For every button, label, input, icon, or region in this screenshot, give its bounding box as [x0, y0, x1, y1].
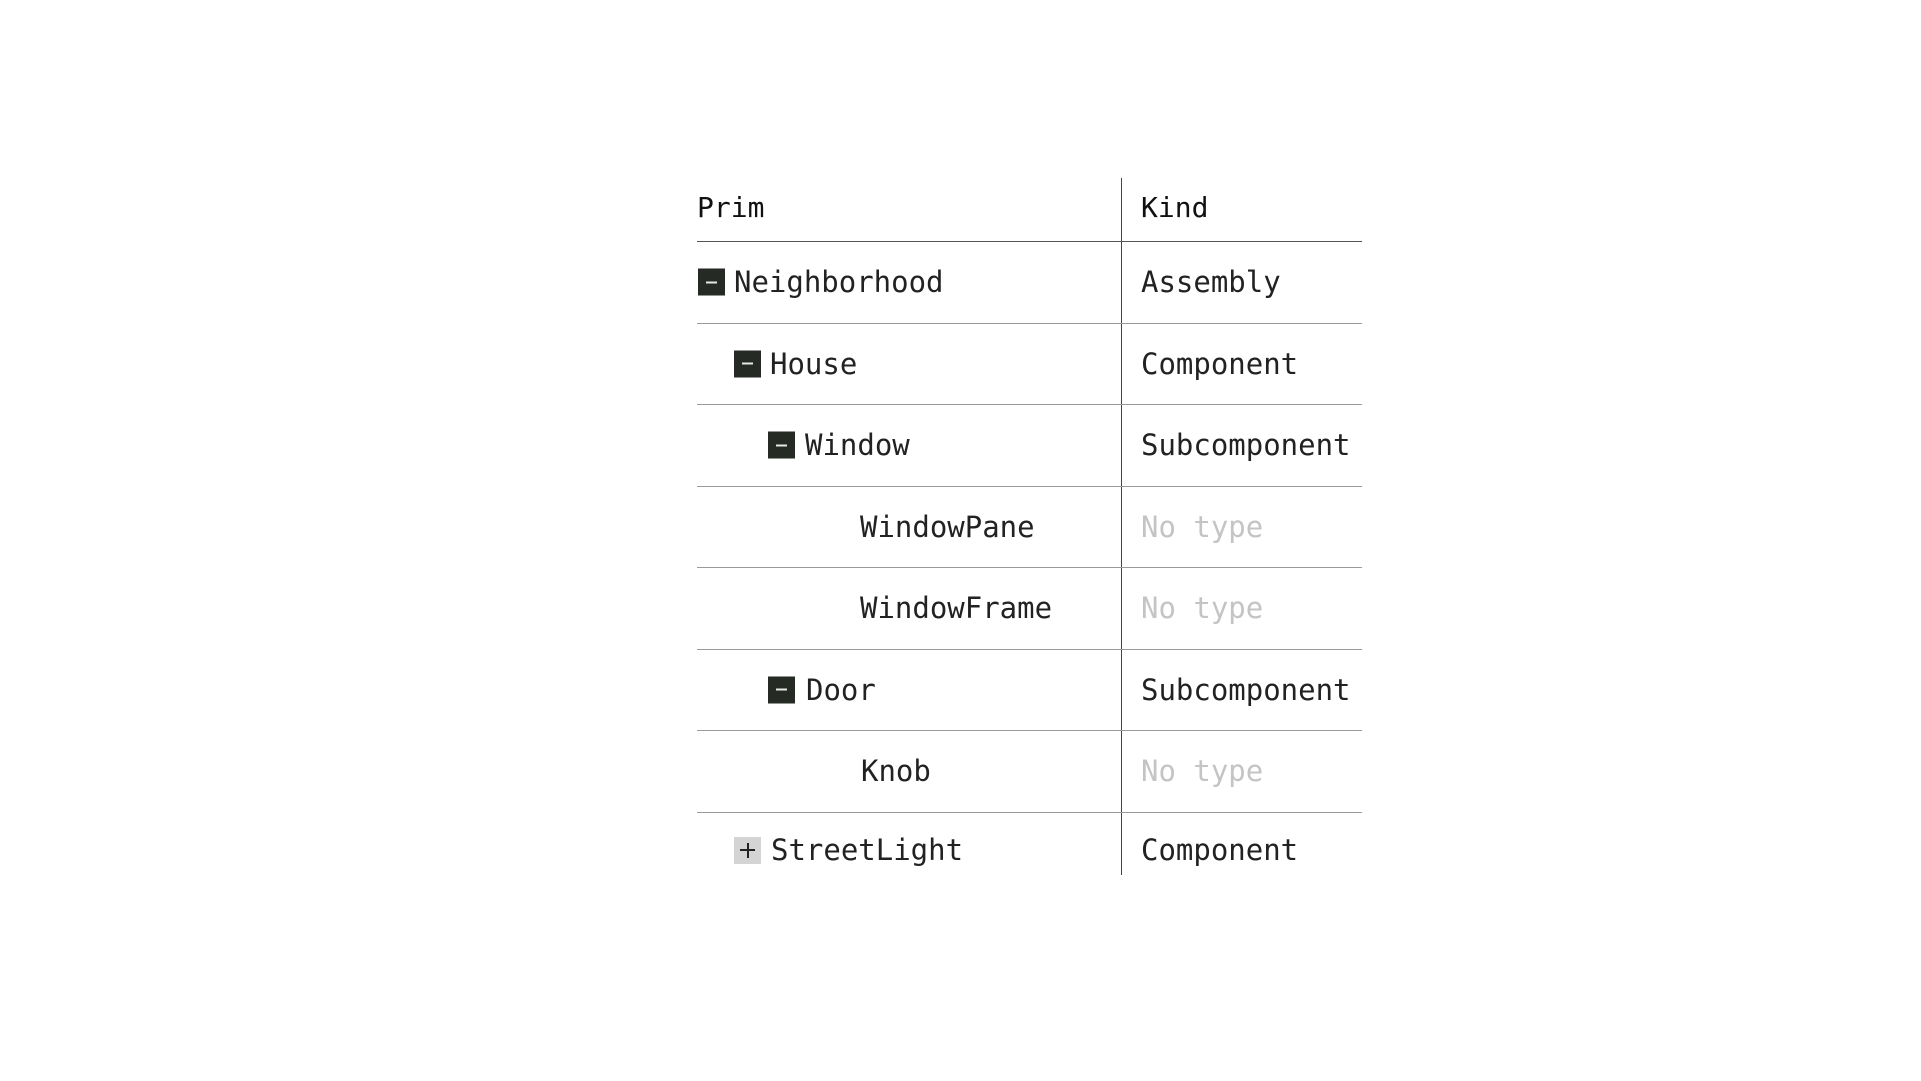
- prim-cell: Door: [697, 649, 1122, 730]
- collapse-toggle-icon[interactable]: [698, 268, 725, 296]
- column-header-prim[interactable]: Prim: [697, 178, 1122, 241]
- kind-value: No type: [1141, 591, 1264, 626]
- prim-name: StreetLight: [771, 832, 964, 867]
- prim-cell: Neighborhood: [697, 242, 1122, 323]
- kind-cell: No type: [1122, 487, 1362, 568]
- expand-toggle-icon[interactable]: [734, 836, 761, 864]
- kind-cell: No type: [1122, 568, 1362, 649]
- collapse-toggle-icon[interactable]: [768, 676, 795, 704]
- prim-cell: House: [697, 323, 1122, 404]
- column-header-prim-label: Prim: [697, 191, 765, 224]
- kind-value: No type: [1141, 754, 1264, 789]
- prim-name: WindowFrame: [860, 591, 1053, 626]
- table-header: Prim Kind: [697, 178, 1362, 242]
- collapse-toggle-icon[interactable]: [734, 350, 761, 378]
- tree-row-neighborhood[interactable]: Neighborhood Assembly: [697, 242, 1362, 324]
- prim-cell: Knob: [697, 731, 1122, 812]
- kind-value: Component: [1141, 346, 1299, 381]
- collapse-toggle-icon[interactable]: [768, 431, 795, 459]
- tree-row-windowframe[interactable]: WindowFrame No type: [697, 568, 1362, 650]
- kind-value: No type: [1141, 509, 1264, 544]
- prim-name: Window: [805, 428, 910, 463]
- kind-value: Assembly: [1141, 265, 1281, 300]
- prim-cell: WindowFrame: [697, 568, 1122, 649]
- prim-tree-table: Prim Kind Neighborhood Assembly House Co…: [697, 178, 1362, 875]
- kind-cell: No type: [1122, 731, 1362, 812]
- tree-row-house[interactable]: House Component: [697, 323, 1362, 405]
- kind-cell: Component: [1122, 324, 1362, 405]
- prim-name: House: [770, 346, 858, 381]
- kind-cell: Subcomponent: [1122, 650, 1362, 731]
- tree-row-window[interactable]: Window Subcomponent: [697, 405, 1362, 487]
- kind-cell: Component: [1122, 813, 1362, 875]
- tree-row-streetlight[interactable]: StreetLight Component: [697, 812, 1362, 875]
- prim-cell: Window: [697, 405, 1122, 486]
- prim-name: Neighborhood: [734, 265, 944, 300]
- kind-value: Subcomponent: [1141, 672, 1351, 707]
- kind-value: Subcomponent: [1141, 428, 1351, 463]
- prim-name: Knob: [861, 754, 931, 789]
- column-header-kind[interactable]: Kind: [1122, 178, 1362, 241]
- prim-cell: StreetLight: [697, 812, 1122, 875]
- prim-name: WindowPane: [860, 509, 1035, 544]
- kind-cell: Subcomponent: [1122, 405, 1362, 486]
- prim-name: Door: [806, 672, 876, 707]
- tree-row-knob[interactable]: Knob No type: [697, 731, 1362, 813]
- tree-row-door[interactable]: Door Subcomponent: [697, 649, 1362, 731]
- prim-cell: WindowPane: [697, 486, 1122, 567]
- kind-cell: Assembly: [1122, 242, 1362, 323]
- column-header-kind-label: Kind: [1141, 191, 1209, 224]
- tree-row-windowpane[interactable]: WindowPane No type: [697, 486, 1362, 568]
- kind-value: Component: [1141, 832, 1299, 867]
